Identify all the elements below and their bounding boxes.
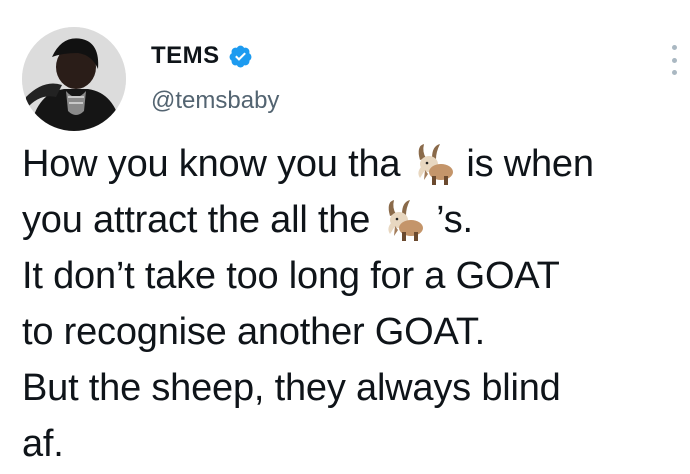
more-options-icon[interactable] xyxy=(668,45,680,75)
tweet-line: How you know you tha is when xyxy=(22,136,682,192)
tweet-card[interactable]: TEMS @temsbaby How you know you tha is wh… xyxy=(0,0,690,474)
author-handle[interactable]: @temsbaby xyxy=(151,87,279,115)
tweet-line-1-start: How you know you tha xyxy=(22,143,401,185)
goat-emoji-icon xyxy=(380,198,426,242)
avatar[interactable] xyxy=(22,27,126,131)
tweet-line-2-end: ’s. xyxy=(436,199,473,241)
tweet-line: But the sheep, they always blind xyxy=(22,367,561,409)
tweet-line: af. xyxy=(22,423,64,465)
tweet-line-1-end: is when xyxy=(466,143,594,185)
tweet-line-2-start: you attract the all the xyxy=(22,199,371,241)
tweet-line: It don’t take too long for a GOAT xyxy=(22,255,560,297)
tweet-text: How you know you tha is when you attract … xyxy=(22,136,682,472)
verified-badge-icon xyxy=(228,44,253,69)
tweet-line: you attract the all the ’s. xyxy=(22,192,682,248)
tweet-line: to recognise another GOAT. xyxy=(22,311,486,353)
author-display-name[interactable]: TEMS xyxy=(151,42,220,70)
goat-emoji-icon xyxy=(410,142,456,186)
author-name-row[interactable]: TEMS xyxy=(151,41,253,71)
